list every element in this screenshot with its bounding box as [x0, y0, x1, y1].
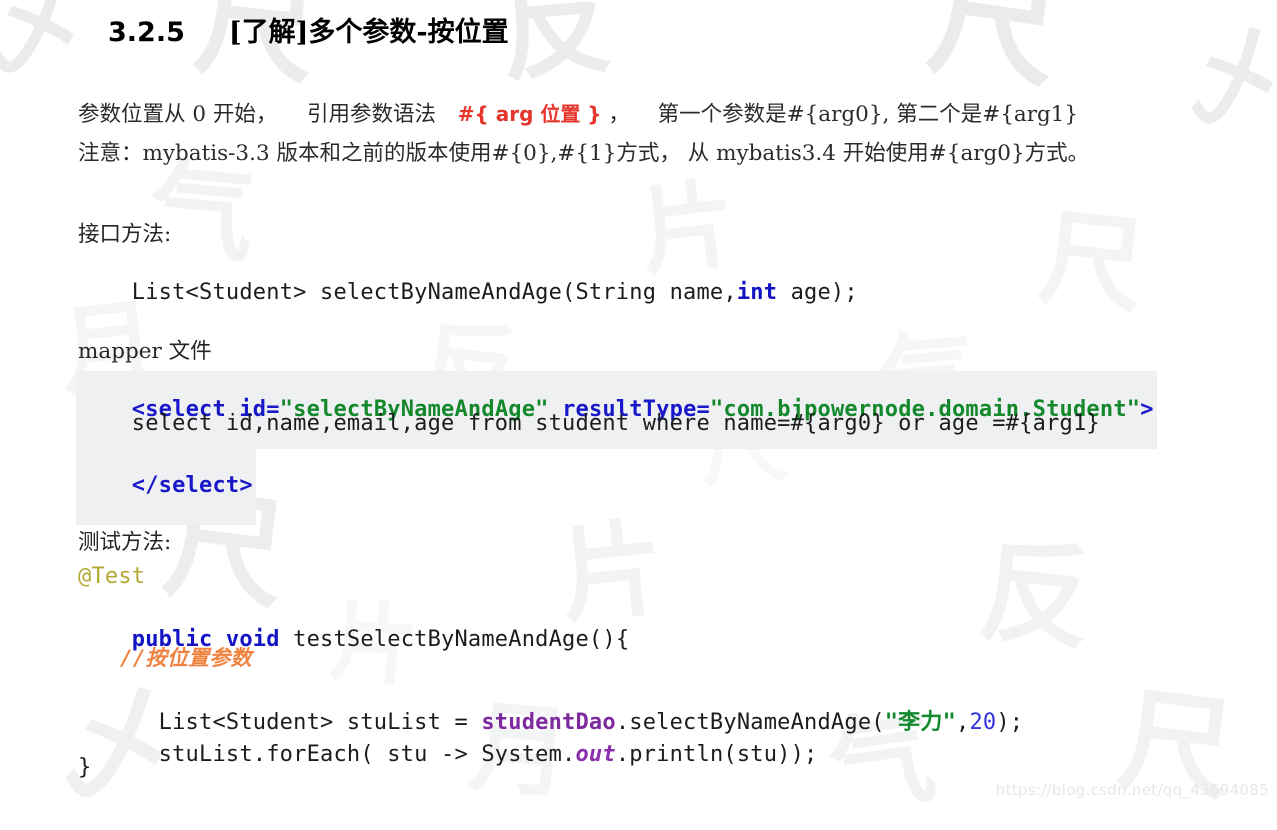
intro-text-1: 参数位置从 0 开始， [78, 102, 278, 127]
section-title: [了解]多个参数-按位置 [228, 17, 509, 48]
interface-signature-before: List<Student> selectByNameAndAge(String … [131, 280, 737, 305]
interface-signature-after: age); [777, 280, 858, 305]
intro-text-2: 引用参数语法 [307, 102, 437, 127]
foreach-suffix: .println(stu)); [615, 742, 818, 767]
argument-comma: , [956, 710, 970, 735]
section-number: 3.2.5 [108, 17, 185, 48]
mapper-section-caption: mapper 文件 [78, 339, 212, 364]
intro-line-2: 注意：mybatis-3.3 版本和之前的版本使用#{0},#{1}方式， 从 … [78, 141, 1090, 166]
system-out-field: out [575, 742, 616, 767]
mapper-sql-statement: select id,name,email,age from student wh… [78, 411, 1100, 436]
foreach-prefix: stuList.forEach( stu -> System. [131, 742, 576, 767]
intro-line-1: 参数位置从 0 开始， 引用参数语法 #{ arg 位置 } ， 第一个参数是#… [78, 102, 1078, 129]
dao-call-suffix: ); [996, 710, 1024, 735]
inline-comment: //按位置参数 [120, 646, 252, 670]
name-string-argument: "李力" [884, 710, 957, 735]
age-number-argument: 20 [969, 710, 997, 735]
intro-text-3: 第一个参数是#{arg0}, 第二个是#{arg1} [657, 102, 1079, 127]
mapper-select-open-tag: <select id="selectByNameAndAge" resultTy… [76, 371, 1157, 449]
foreach-print-line: stuList.forEach( stu -> System.out.print… [78, 717, 818, 792]
mapper-select-close-tag: </select> [76, 447, 256, 525]
csdn-watermark: https://blog.csdn.net/qq_43694085 [995, 781, 1269, 799]
arg-syntax-highlight: #{ arg 位置 } [457, 102, 602, 126]
page-title: 3.2.5 [了解]多个参数-按位置 [108, 10, 509, 49]
interface-section-caption: 接口方法: [78, 222, 172, 247]
test-annotation: @Test [78, 564, 146, 589]
int-keyword: int [736, 280, 778, 305]
test-section-caption: 测试方法: [78, 530, 172, 555]
test-method-name: testSelectByNameAndAge(){ [279, 627, 630, 652]
angle-bracket-close-icon: > [1140, 397, 1154, 422]
intro-comma-1: ， [608, 102, 630, 127]
closing-angle-bracket-icon: </ [131, 473, 159, 498]
interface-method-signature: List<Student> selectByNameAndAge(String … [78, 255, 858, 330]
method-closing-brace: } [78, 755, 92, 780]
closing-gt-icon: > [239, 473, 253, 498]
select-close-tag-name: select [158, 473, 240, 498]
slide-page: 3.2.5 [了解]多个参数-按位置 参数位置从 0 开始， 引用参数语法 #{ … [0, 0, 1277, 805]
